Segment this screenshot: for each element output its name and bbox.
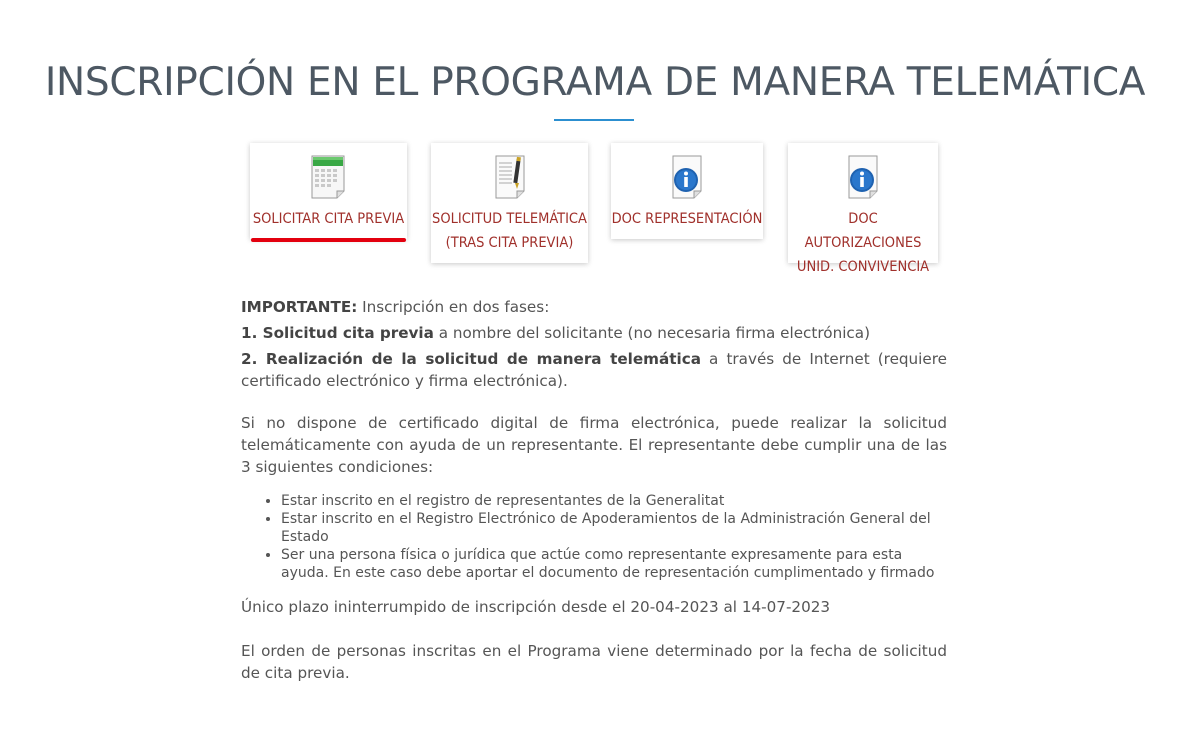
info-document-icon: [672, 155, 702, 199]
active-card-underline: [251, 238, 406, 242]
solicitar-cita-previa-button[interactable]: SOLICITAR CITA PREVIA: [250, 143, 407, 239]
importante-text: Inscripción en dos fases:: [357, 298, 550, 316]
fase2-label: 2. Realización de la solicitud de manera…: [241, 350, 701, 368]
info-document-icon: [848, 155, 878, 199]
card-label: SOLICITAR CITA PREVIA: [250, 207, 407, 231]
fase1-text: a nombre del solicitante (no necesaria f…: [433, 324, 870, 342]
orden-paragraph: El orden de personas inscritas en el Pro…: [241, 642, 947, 682]
condiciones-list: Estar inscrito en el registro de represe…: [241, 492, 947, 582]
card-label-line: (TRAS CITA PREVIA): [445, 235, 574, 251]
card-label: DOC REPRESENTACIÓN: [611, 207, 763, 231]
title-divider: [554, 119, 634, 121]
fase1-label: 1. Solicitud cita previa: [241, 324, 434, 342]
fase2-paragraph: 2. Realización de la solicitud de manera…: [241, 348, 947, 392]
solicitud-telematica-button[interactable]: SOLICITUD TELEMÁTICA (TRAS CITA PREVIA): [431, 143, 588, 263]
doc-representacion-button[interactable]: DOC REPRESENTACIÓN: [611, 143, 763, 239]
importante-paragraph: IMPORTANTE: Inscripción en dos fases:: [241, 296, 947, 318]
page-title: INSCRIPCIÓN EN EL PROGRAMA DE MANERA TEL…: [44, 60, 1146, 105]
signed-document-icon: [495, 155, 524, 199]
list-item: Estar inscrito en el registro de represe…: [281, 492, 947, 510]
card-label-line: DOC AUTORIZACIONES: [804, 211, 922, 251]
plazo-paragraph: Único plazo ininterrumpido de inscripció…: [241, 598, 831, 616]
list-item: Estar inscrito en el Registro Electrónic…: [281, 510, 947, 546]
fase1-paragraph: 1. Solicitud cita previa a nombre del so…: [241, 322, 947, 344]
info-content: IMPORTANTE: Inscripción en dos fases: 1.…: [241, 296, 947, 684]
importante-label: IMPORTANTE:: [241, 298, 358, 316]
card-label-line: SOLICITAR CITA PREVIA: [252, 211, 405, 227]
card-label: DOC AUTORIZACIONES UNID. CONVIVENCIA: [788, 207, 938, 279]
card-label: SOLICITUD TELEMÁTICA (TRAS CITA PREVIA): [431, 207, 588, 255]
card-label-line: SOLICITUD TELEMÁTICA: [432, 211, 587, 227]
list-item: Ser una persona física o jurídica que ac…: [281, 546, 947, 582]
calendar-icon: [311, 155, 344, 199]
card-label-line: DOC REPRESENTACIÓN: [611, 211, 763, 227]
representante-paragraph: Si no dispone de certificado digital de …: [241, 414, 947, 476]
doc-autorizaciones-button[interactable]: DOC AUTORIZACIONES UNID. CONVIVENCIA: [788, 143, 938, 275]
card-label-line: UNID. CONVIVENCIA: [796, 259, 930, 275]
